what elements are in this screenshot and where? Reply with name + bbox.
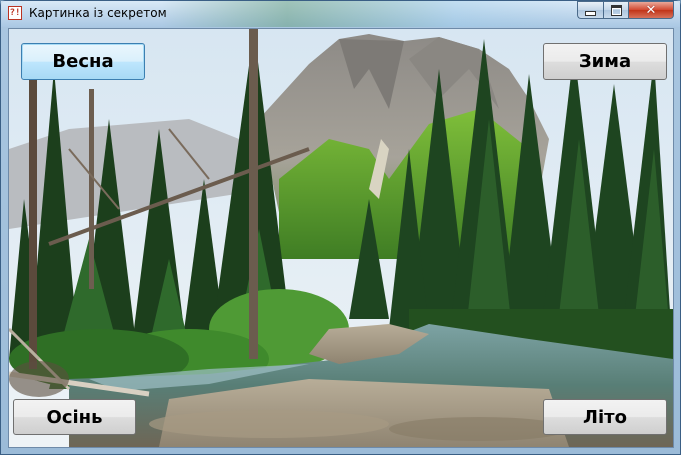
- minimize-button[interactable]: [577, 1, 603, 19]
- summer-button[interactable]: Літо: [543, 399, 667, 435]
- title-bar[interactable]: ?! Картинка із секретом ✕: [1, 1, 680, 27]
- minimize-icon: [585, 10, 596, 16]
- app-window: ?! Картинка із секретом ✕ Весна Зима Осі…: [0, 0, 681, 455]
- spring-button[interactable]: Весна: [21, 43, 145, 80]
- app-question-icon[interactable]: ?!: [8, 6, 22, 20]
- caption-buttons: ✕: [577, 1, 674, 20]
- winter-button[interactable]: Зима: [543, 43, 667, 80]
- maximize-icon: [610, 4, 622, 16]
- title-bar-aero-glow: [161, 1, 581, 27]
- client-area: Весна Зима Осінь Літо: [8, 28, 674, 448]
- window-title: Картинка із секретом: [29, 6, 167, 20]
- landscape-picture: [9, 29, 673, 447]
- close-button[interactable]: ✕: [629, 1, 674, 19]
- close-icon: ✕: [645, 2, 657, 18]
- autumn-button[interactable]: Осінь: [13, 399, 136, 435]
- maximize-button[interactable]: [603, 1, 629, 19]
